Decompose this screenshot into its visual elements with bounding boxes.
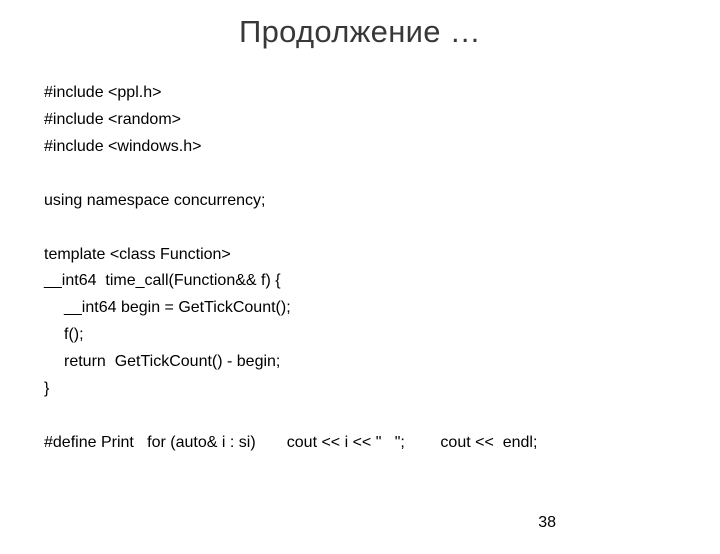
code-line: #include <windows.h> — [44, 134, 676, 161]
blank-line — [44, 215, 676, 242]
code-line: } — [44, 376, 676, 403]
blank-line — [44, 161, 676, 188]
code-line: __int64 time_call(Function&& f) { — [44, 268, 676, 295]
code-line: template <class Function> — [44, 242, 676, 269]
code-line: using namespace concurrency; — [44, 188, 676, 215]
slide-title: Продолжение … — [0, 14, 720, 50]
code-line: f(); — [44, 322, 676, 349]
code-content: #include <ppl.h> #include <random> #incl… — [0, 80, 720, 457]
code-line: #define Print for (auto& i : si) cout <<… — [44, 430, 676, 457]
blank-line — [44, 403, 676, 430]
slide: Продолжение … #include <ppl.h> #include … — [0, 14, 720, 554]
code-line: #include <random> — [44, 107, 676, 134]
code-line: #include <ppl.h> — [44, 80, 676, 107]
code-line: return GetTickCount() - begin; — [44, 349, 676, 376]
code-line: __int64 begin = GetTickCount(); — [44, 295, 676, 322]
page-number: 38 — [538, 514, 556, 532]
